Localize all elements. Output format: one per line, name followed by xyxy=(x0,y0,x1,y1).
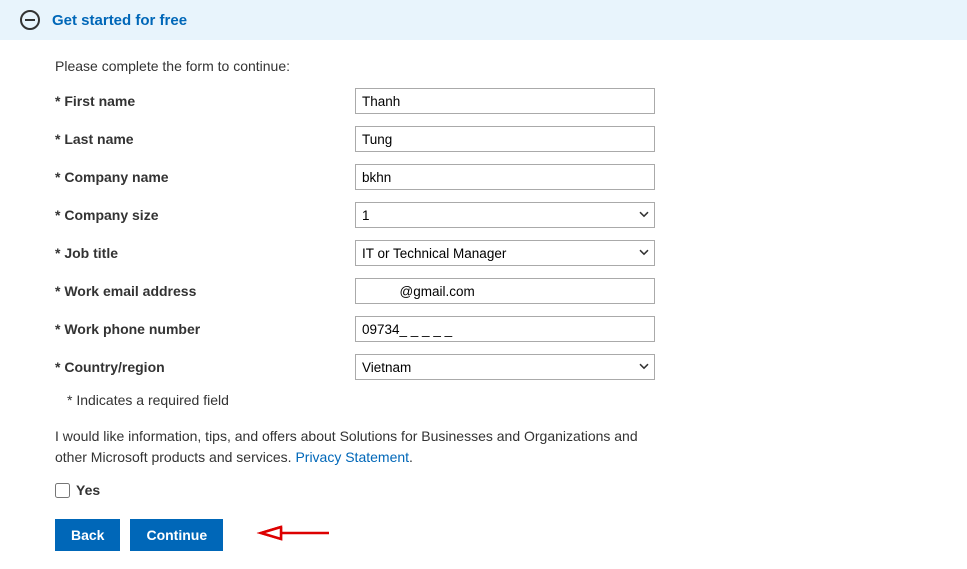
last-name-label: * Last name xyxy=(55,131,355,147)
country-select[interactable]: Vietnam xyxy=(355,354,655,380)
consent-text: I would like information, tips, and offe… xyxy=(55,426,665,468)
work-email-input[interactable] xyxy=(355,278,655,304)
last-name-input[interactable] xyxy=(355,126,655,152)
first-name-input[interactable] xyxy=(355,88,655,114)
back-button[interactable]: Back xyxy=(55,519,120,551)
work-phone-label: * Work phone number xyxy=(55,321,355,337)
privacy-link[interactable]: Privacy Statement xyxy=(295,449,409,465)
continue-button[interactable]: Continue xyxy=(130,519,223,551)
consent-text-end: . xyxy=(409,449,413,465)
company-name-input[interactable] xyxy=(355,164,655,190)
consent-checkbox[interactable] xyxy=(55,483,70,498)
banner-title: Get started for free xyxy=(52,12,187,29)
work-phone-input[interactable] xyxy=(355,316,655,342)
first-name-label: * First name xyxy=(55,93,355,109)
company-name-label: * Company name xyxy=(55,169,355,185)
job-title-label: * Job title xyxy=(55,245,355,261)
signup-form: Please complete the form to continue: * … xyxy=(0,40,720,569)
country-label: * Country/region xyxy=(55,359,355,375)
banner: Get started for free xyxy=(0,0,967,40)
form-instruction: Please complete the form to continue: xyxy=(55,58,665,74)
arrow-annotation-icon xyxy=(251,518,331,551)
work-email-label: * Work email address xyxy=(55,283,355,299)
company-size-select[interactable]: 1 xyxy=(355,202,655,228)
consent-yes-label[interactable]: Yes xyxy=(76,482,100,498)
job-title-select[interactable]: IT or Technical Manager xyxy=(355,240,655,266)
company-size-label: * Company size xyxy=(55,207,355,223)
required-note: * Indicates a required field xyxy=(67,392,665,408)
collapse-icon[interactable] xyxy=(20,10,40,30)
